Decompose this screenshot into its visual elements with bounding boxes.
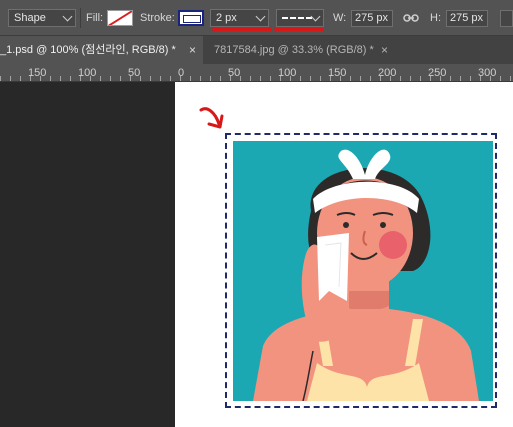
ruler-tick [490, 76, 491, 81]
ruler-tick [360, 76, 361, 81]
annotation-underline [212, 28, 272, 31]
ruler-tick [140, 76, 141, 81]
ruler-tick [500, 76, 501, 81]
divider [80, 8, 81, 28]
ruler-tick [100, 76, 101, 81]
ruler-tick [130, 76, 131, 81]
tab-psd-document[interactable]: _1.psd @ 100% (점선라인, RGB/8) * × [0, 36, 203, 64]
ruler-tick [470, 76, 471, 81]
ruler-tick [350, 76, 351, 81]
illustration-photo [233, 141, 493, 401]
ruler-tick [180, 76, 181, 81]
link-icon[interactable] [403, 13, 419, 23]
ruler-tick [390, 76, 391, 81]
tab-jpg-document[interactable]: 7817584.jpg @ 33.3% (RGB/8) * × [204, 36, 394, 64]
close-icon[interactable]: × [189, 36, 196, 64]
ruler-tick [0, 76, 1, 81]
ruler-tick [190, 76, 191, 81]
stroke-swatch[interactable] [178, 10, 204, 26]
ruler-tick [480, 76, 481, 81]
ruler-tick [50, 76, 51, 81]
ruler-tick [370, 76, 371, 81]
stroke-label: Stroke: [140, 12, 175, 24]
ruler-tick [400, 76, 401, 81]
ruler-tick [240, 76, 241, 81]
ruler-tick [440, 76, 441, 81]
dashed-line-icon [282, 17, 312, 19]
fill-swatch[interactable] [107, 10, 133, 26]
ruler-tick [30, 76, 31, 81]
woman-with-tissue-illustration [253, 149, 479, 401]
close-icon[interactable]: × [381, 36, 388, 64]
ruler-tick [280, 76, 281, 81]
ruler-tick [60, 76, 61, 81]
ruler-tick [80, 76, 81, 81]
height-label: H: [430, 12, 441, 24]
ruler-tick [40, 76, 41, 81]
horizontal-ruler[interactable]: 150 100 50 0 50 100 150 200 250 300 [0, 64, 513, 82]
fill-label: Fill: [86, 12, 104, 24]
chevron-down-icon [255, 11, 266, 22]
stroke-style-select[interactable] [276, 9, 324, 27]
annotation-underline [274, 28, 324, 31]
ruler-tick [320, 76, 321, 81]
ruler-tick [410, 76, 411, 81]
width-label: W: [333, 12, 347, 24]
ruler-tick [380, 76, 381, 81]
pasteboard [0, 82, 175, 427]
ruler-tick [340, 76, 341, 81]
stroke-width-select[interactable]: 2 px [210, 9, 269, 27]
ruler-tick [170, 76, 171, 81]
ruler-tick [430, 76, 431, 81]
ruler-label: 0 [178, 67, 185, 79]
ruler-tick [300, 76, 301, 81]
tab-label: 7817584.jpg @ 33.3% (RGB/8) * [214, 44, 374, 56]
ruler-tick [20, 76, 21, 81]
annotation-arrow-icon [199, 107, 224, 129]
ruler-tick [290, 76, 291, 81]
chevron-down-icon [310, 11, 321, 22]
width-field[interactable]: 275 px [351, 10, 393, 27]
ruler-tick [310, 76, 311, 81]
ruler-tick [70, 76, 71, 81]
ruler-tick [270, 76, 271, 81]
ruler-tick [250, 76, 251, 81]
ruler-tick [220, 76, 221, 81]
ruler-tick [110, 76, 111, 81]
tool-mode-value: Shape [14, 12, 46, 24]
stroke-width-value: 2 px [216, 12, 237, 24]
document-tabs: _1.psd @ 100% (점선라인, RGB/8) * × 7817584.… [0, 36, 513, 64]
path-operations-button[interactable] [500, 10, 513, 27]
ruler-tick [200, 76, 201, 81]
tool-mode-select[interactable]: Shape [8, 9, 76, 27]
ruler-tick [150, 76, 151, 81]
ruler-tick [510, 76, 511, 81]
ruler-tick [330, 76, 331, 81]
ruler-tick [90, 76, 91, 81]
options-bar: Shape Fill: Stroke: 2 px W: 275 px H: 27… [0, 0, 513, 36]
ruler-tick [120, 76, 121, 81]
ruler-tick [10, 76, 11, 81]
no-fill-icon [108, 11, 132, 25]
ruler-tick [460, 76, 461, 81]
chevron-down-icon [62, 11, 73, 22]
ruler-tick [260, 76, 261, 81]
ruler-tick [420, 76, 421, 81]
document-canvas[interactable] [175, 82, 513, 427]
ruler-tick [160, 76, 161, 81]
height-field[interactable]: 275 px [446, 10, 488, 27]
tab-label: _1.psd @ 100% (점선라인, RGB/8) * [0, 44, 176, 56]
ruler-tick [450, 76, 451, 81]
ruler-tick [210, 76, 211, 81]
stroke-color-icon [183, 15, 201, 23]
ruler-tick [230, 76, 231, 81]
